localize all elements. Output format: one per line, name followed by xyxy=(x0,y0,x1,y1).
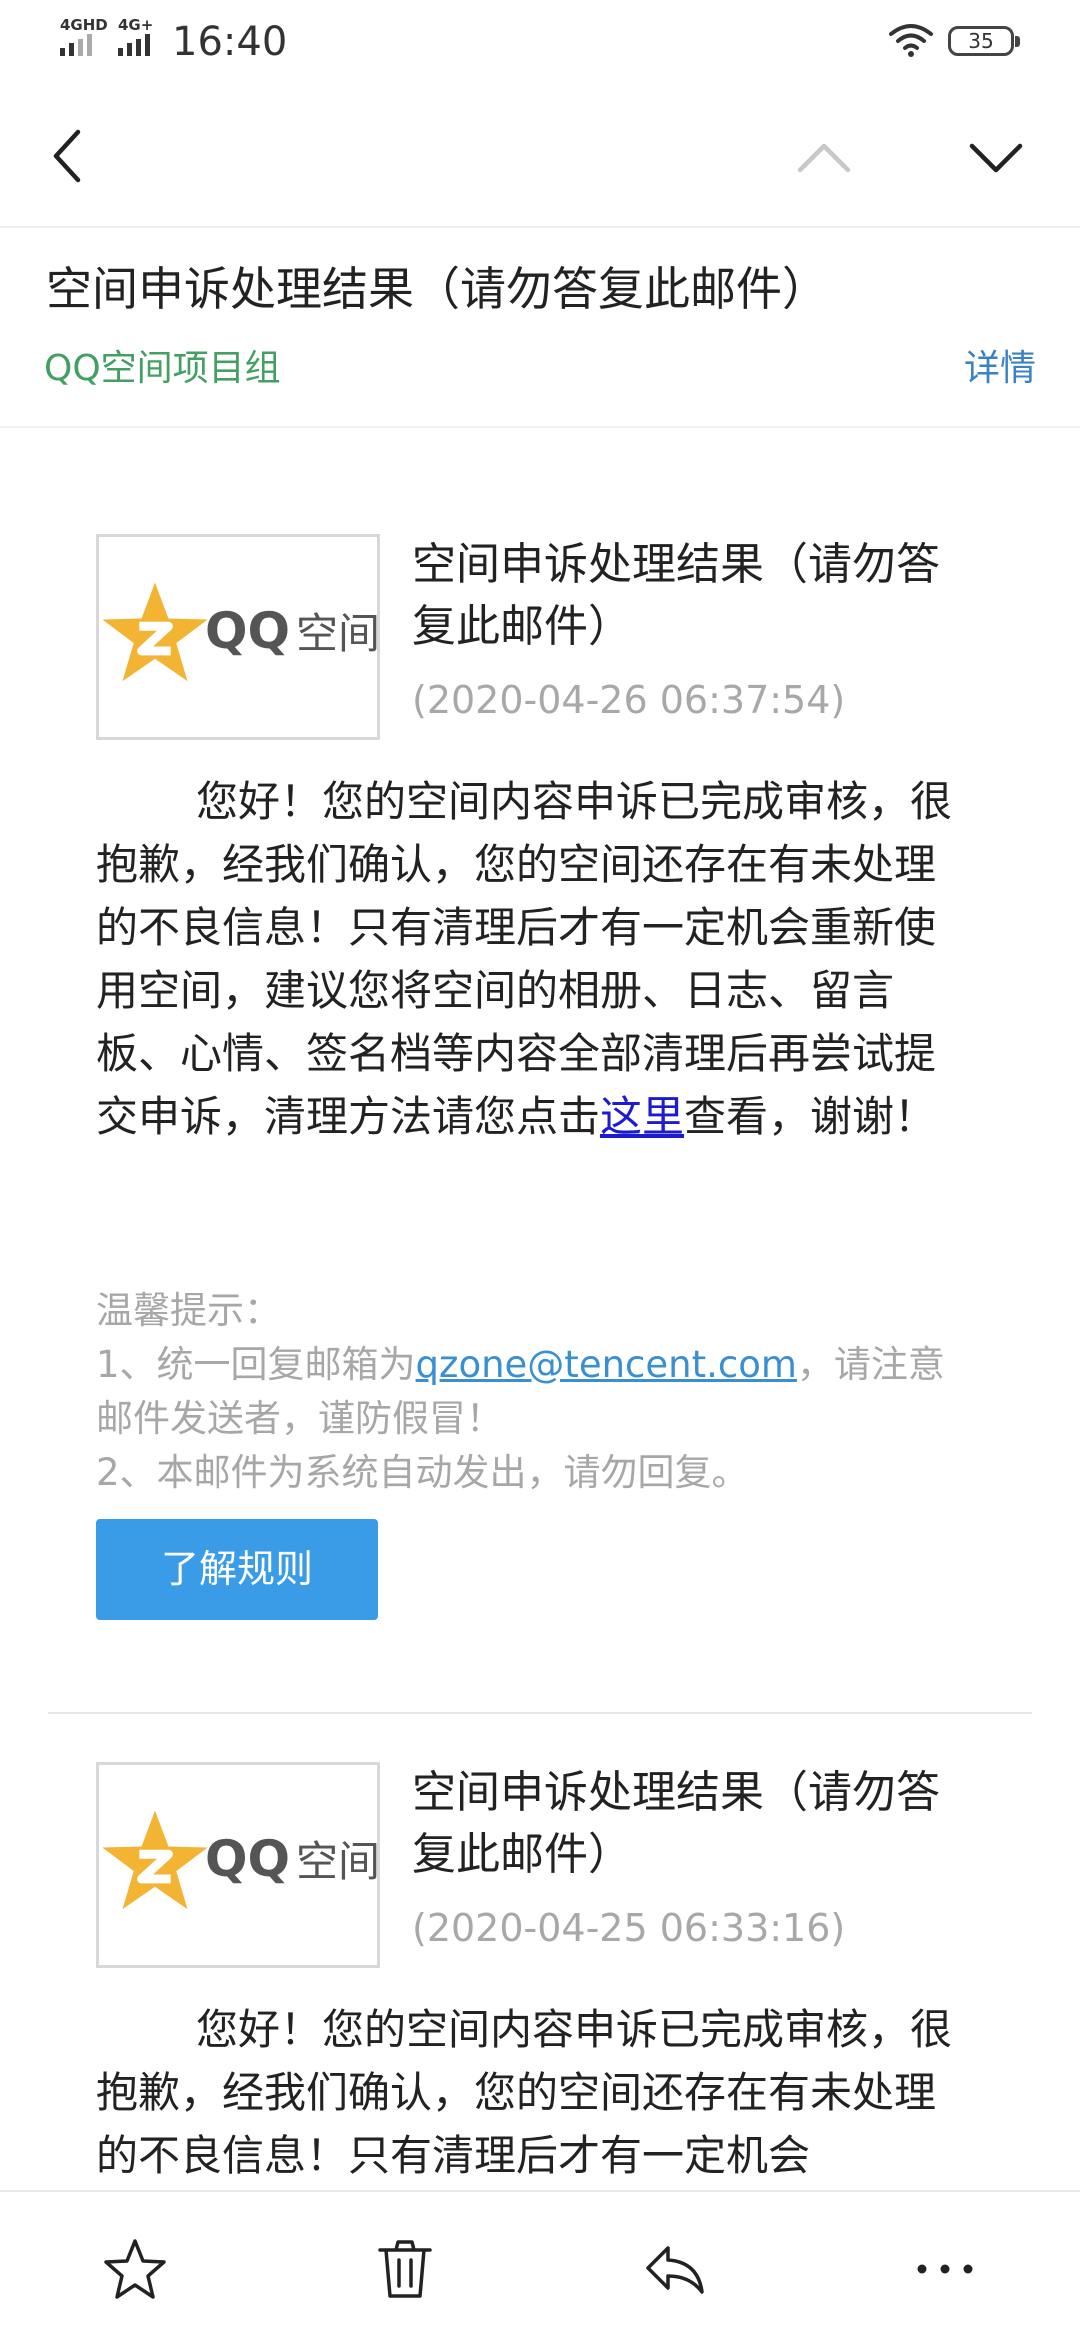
star-icon[interactable] xyxy=(102,2236,168,2302)
signal-2: 4G+ xyxy=(118,16,153,56)
signal-bars-1-icon xyxy=(60,34,108,56)
signal-bars-2-icon xyxy=(118,34,153,56)
chevron-down-icon[interactable] xyxy=(968,140,1024,176)
tips: 温馨提示： 1、统一回复邮箱为qzone@tencent.com，请注意邮件发送… xyxy=(96,1284,976,1500)
reply-icon[interactable] xyxy=(642,2236,708,2302)
message-body-text: 您好！您的空间内容申诉已完成审核，很抱歉，经我们确认，您的空间还存在有未处理的不… xyxy=(96,777,953,1141)
battery-icon: 35 xyxy=(948,26,1020,56)
email-subject: 空间申诉处理结果（请勿答复此邮件） xyxy=(46,262,828,316)
message-divider xyxy=(48,1712,1032,1714)
here-link[interactable]: 这里 xyxy=(600,1092,684,1141)
message-body: 您好！您的空间内容申诉已完成审核，很抱歉，经我们确认，您的空间还存在有未处理的不… xyxy=(96,1998,976,2188)
network-type-2: 4G+ xyxy=(118,16,154,34)
logo-text: QQ xyxy=(205,1830,291,1888)
message-card: QQ 空间 空间申诉处理结果（请勿答复此邮件） (2020-04-25 06:33… xyxy=(0,1762,1080,2192)
message-date: (2020-04-25 06:33:16) xyxy=(412,1906,846,1950)
message-title: 空间申诉处理结果（请勿答复此邮件） xyxy=(412,1767,940,1880)
network-type-1: 4GHD xyxy=(60,16,108,34)
tip-1-pre: 1、统一回复邮箱为 xyxy=(96,1343,416,1386)
logo-subtext: 空间 xyxy=(296,609,381,658)
tip-2: 2、本邮件为系统自动发出，请勿回复。 xyxy=(96,1451,749,1494)
signal-1: 4GHD xyxy=(60,16,108,56)
email-link[interactable]: qzone@tencent.com xyxy=(416,1343,797,1386)
logo-subtext: 空间 xyxy=(296,1837,381,1886)
message-body-text: 您好！您的空间内容申诉已完成审核，很抱歉，经我们确认，您的空间还存在有未处理的不… xyxy=(96,2005,953,2180)
top-nav-bar xyxy=(0,100,1080,228)
message-title: 空间申诉处理结果（请勿答复此邮件） xyxy=(412,539,940,652)
battery-level: 35 xyxy=(968,29,994,53)
sender-name[interactable]: QQ空间项目组 xyxy=(44,344,281,394)
learn-rules-button[interactable]: 了解规则 xyxy=(96,1519,378,1620)
chevron-up-icon[interactable] xyxy=(796,140,852,176)
clock: 16:40 xyxy=(172,19,288,65)
tips-title: 温馨提示： xyxy=(96,1289,281,1332)
status-bar: 4GHD 4G+ 16:40 35 xyxy=(0,0,1080,84)
qzone-logo: QQ 空间 xyxy=(96,534,380,740)
message-body-end: 查看，谢谢！ xyxy=(684,1092,937,1141)
trash-icon[interactable] xyxy=(372,2236,438,2302)
bottom-action-bar xyxy=(0,2190,1080,2342)
message-date: (2020-04-26 06:37:54) xyxy=(412,678,846,722)
qzone-logo: QQ 空间 xyxy=(96,1762,380,1968)
chevron-left-icon[interactable] xyxy=(48,126,88,186)
wifi-icon xyxy=(889,24,933,57)
star-logo-icon xyxy=(102,1810,208,1910)
header-divider xyxy=(0,426,1080,428)
more-icon[interactable] xyxy=(912,2236,978,2302)
details-link[interactable]: 详情 xyxy=(964,344,1036,394)
logo-text: QQ xyxy=(205,602,291,660)
message-body: 您好！您的空间内容申诉已完成审核，很抱歉，经我们确认，您的空间还存在有未处理的不… xyxy=(96,770,976,1148)
star-logo-icon xyxy=(102,582,208,682)
tip-1: 1、统一回复邮箱为qzone@tencent.com，请注意邮件发送者，谨防假冒… xyxy=(96,1338,976,1446)
message-card: QQ 空间 空间申诉处理结果（请勿答复此邮件） (2020-04-26 06:37… xyxy=(0,534,1080,1620)
